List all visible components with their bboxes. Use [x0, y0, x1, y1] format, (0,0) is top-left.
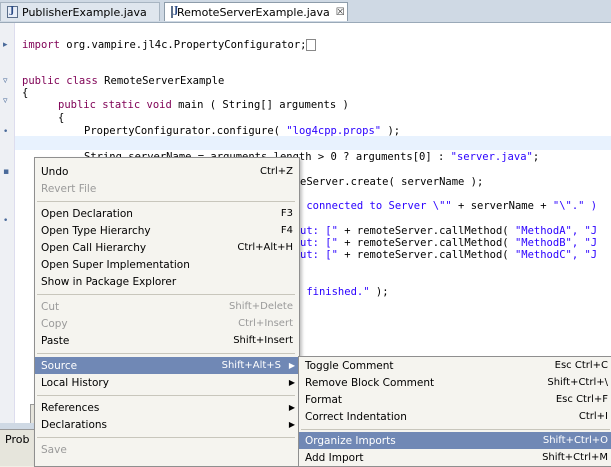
menu-item-open-declaration[interactable]: Open Declaration F3	[35, 205, 299, 222]
menu-item-format[interactable]: Format Esc Ctrl+F	[299, 391, 611, 408]
tab-label: RemoteServerExample.java	[177, 5, 330, 19]
menu-separator	[301, 429, 610, 430]
menu-item-open-call-hierarchy[interactable]: Open Call Hierarchy Ctrl+Alt+H	[35, 239, 299, 256]
menu-item-add-import[interactable]: Add Import Shift+Ctrl+M	[299, 449, 611, 466]
code-line: public class RemoteServerExample	[22, 75, 225, 87]
menu-item-open-super-implementation[interactable]: Open Super Implementation	[35, 256, 299, 273]
menu-item-revert-file[interactable]: Revert File	[35, 180, 299, 197]
task-marker-icon: ▪	[3, 167, 10, 177]
menu-item-cut[interactable]: Cut Shift+Delete	[35, 298, 299, 315]
menu-separator	[37, 353, 295, 354]
code-line: public static void main ( String[] argum…	[58, 99, 349, 111]
folded-code-box[interactable]	[306, 39, 317, 51]
menu-item-show-in-package-explorer[interactable]: Show in Package Explorer	[35, 273, 299, 290]
code-line: import org.vampire.jl4c.PropertyConfigur…	[22, 38, 317, 52]
java-file-icon	[7, 6, 18, 18]
code-line: finished." );	[300, 286, 389, 298]
editor-tab-bar: PublisherExample.java RemoteServerExampl…	[0, 0, 611, 23]
menu-item-toggle-comment[interactable]: Toggle Comment Esc Ctrl+C	[299, 357, 611, 374]
menu-item-save[interactable]: Save	[35, 441, 299, 458]
menu-item-organize-imports[interactable]: Organize Imports Shift+Ctrl+O	[299, 432, 611, 449]
code-line: PropertyConfigurator.configure( "log4cpp…	[84, 125, 401, 137]
menu-item-references[interactable]: References ▶	[35, 399, 299, 416]
code-line: eServer.create( serverName );	[300, 176, 484, 188]
current-line-highlight	[15, 136, 611, 150]
submenu-arrow-icon: ▶	[288, 420, 295, 429]
editor-context-menu: Undo Ctrl+Z Revert File Open Declaration F…	[34, 157, 300, 467]
menu-separator	[37, 437, 295, 438]
menu-item-copy[interactable]: Copy Ctrl+Insert	[35, 315, 299, 332]
tab-label: Prob	[5, 433, 30, 446]
fold-collapse-icon[interactable]: ▿	[3, 76, 8, 86]
close-tab-icon[interactable]: ☒	[336, 7, 345, 18]
code-line: ut: [" + remoteServer.callMethod( "Metho…	[300, 249, 598, 261]
menu-separator	[37, 395, 295, 396]
occurrence-marker-icon: •	[3, 127, 9, 137]
submenu-arrow-icon: ▶	[288, 378, 295, 387]
menu-item-open-type-hierarchy[interactable]: Open Type Hierarchy F4	[35, 222, 299, 239]
submenu-arrow-icon: ▶	[288, 403, 295, 412]
occurrence-marker-icon: •	[3, 216, 9, 226]
tab-label: PublisherExample.java	[22, 5, 147, 19]
menu-separator	[37, 294, 295, 295]
menu-item-declarations[interactable]: Declarations ▶	[35, 416, 299, 433]
menu-item-remove-block-comment[interactable]: Remove Block Comment Shift+Ctrl+\	[299, 374, 611, 391]
menu-item-paste[interactable]: Paste Shift+Insert	[35, 332, 299, 349]
tab-remote-server-example[interactable]: RemoteServerExample.java ☒	[164, 2, 348, 21]
source-submenu: Toggle Comment Esc Ctrl+C Remove Block Co…	[298, 356, 611, 467]
code-line: {	[22, 87, 29, 99]
menu-separator	[37, 201, 295, 202]
tab-problems[interactable]: Prob	[0, 429, 34, 466]
menu-item-undo[interactable]: Undo Ctrl+Z	[35, 163, 299, 180]
fold-collapse-icon[interactable]: ▿	[3, 96, 8, 106]
submenu-arrow-icon: ▶	[288, 361, 295, 370]
code-line: connected to Server \"" + serverName + "…	[300, 200, 598, 212]
menu-item-local-history[interactable]: Local History ▶	[35, 374, 299, 391]
java-file-icon	[171, 6, 178, 18]
menu-item-correct-indentation[interactable]: Correct Indentation Ctrl+I	[299, 408, 611, 425]
menu-item-source[interactable]: Source Shift+Alt+S ▶	[35, 357, 299, 374]
fold-expand-icon[interactable]: ▸	[3, 40, 8, 50]
code-line: {	[58, 112, 65, 124]
tab-publisher-example[interactable]: PublisherExample.java	[0, 2, 160, 21]
